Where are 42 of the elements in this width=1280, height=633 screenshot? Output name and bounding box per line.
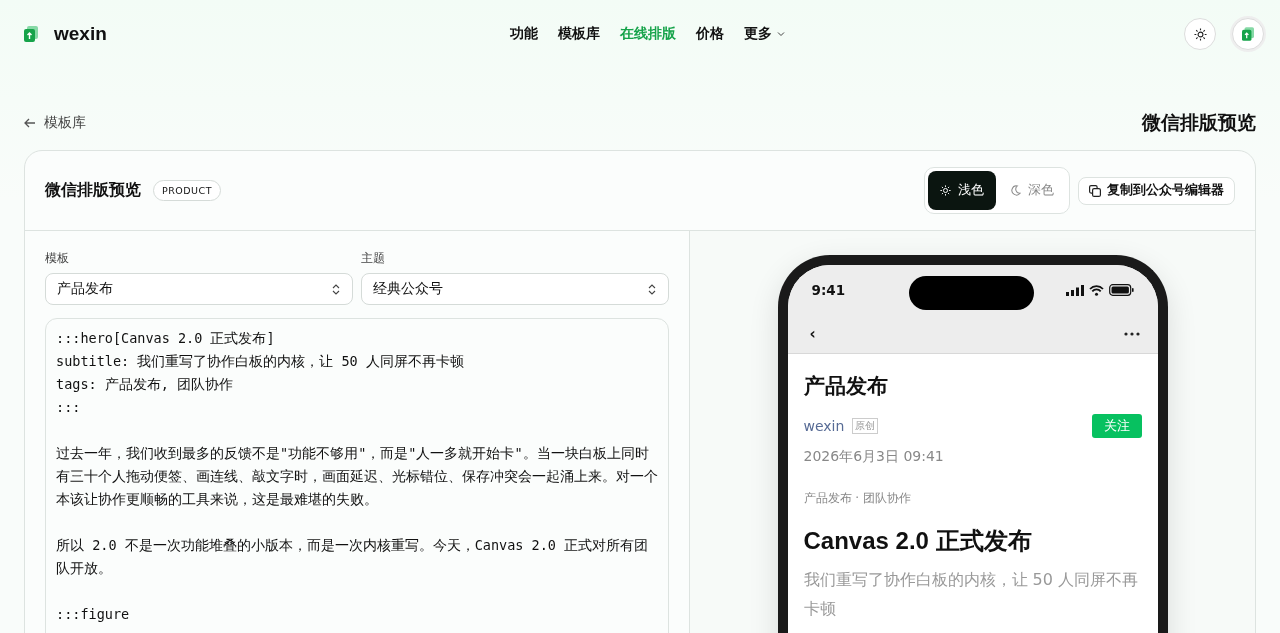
category-badge: PRODUCT: [153, 180, 221, 201]
nav-link[interactable]: 模板库: [558, 25, 600, 43]
article-account-title: 产品发布: [803, 373, 889, 400]
copy-button[interactable]: 复制到公众号编辑器: [1078, 176, 1235, 205]
copy-icon: [1089, 184, 1101, 197]
page-title: 微信排版预览: [1142, 110, 1256, 135]
moon-icon: [1010, 185, 1021, 196]
arrow-left-icon: [24, 118, 36, 128]
original-tag: 原创: [852, 418, 879, 434]
account-button[interactable]: [1232, 18, 1264, 50]
nav-link[interactable]: 功能: [510, 25, 538, 43]
theme-button[interactable]: [1184, 18, 1216, 50]
back-link[interactable]: 模板库: [24, 114, 86, 132]
nav-link[interactable]: 价格: [696, 25, 724, 43]
logo-icon: [24, 26, 38, 42]
card-title: 微信排版预览: [45, 180, 141, 201]
article-headline: Canvas 2.0 正式发布: [803, 526, 1033, 556]
chevron-updown-icon: [332, 283, 340, 295]
signal-icon: [1065, 284, 1084, 296]
theme-option[interactable]: 深色: [998, 171, 1066, 210]
caret-icon: [777, 31, 785, 37]
wifi-icon: [1088, 284, 1104, 296]
more-menu[interactable]: 更多: [744, 25, 785, 43]
select-field[interactable]: 产品发布: [45, 273, 353, 305]
article-subtitle: 我们重写了协作白板的内核，让 50 人同屏不再卡顿: [803, 569, 1140, 620]
battery-icon: [1108, 284, 1134, 296]
article-tags: 产品发布 · 团队协作: [803, 490, 1142, 507]
field-label: 主题: [361, 250, 386, 267]
more-icon[interactable]: [1123, 332, 1140, 336]
back-button[interactable]: ‹: [809, 325, 816, 343]
author-name[interactable]: wexin: [803, 418, 845, 434]
field-label: 模板: [45, 250, 70, 267]
status-time: 9:41: [811, 282, 846, 298]
select-field[interactable]: 经典公众号: [361, 273, 669, 305]
chevron-updown-icon: [648, 283, 656, 295]
brand-name[interactable]: wexin: [54, 23, 107, 45]
sun-icon: [940, 185, 951, 196]
markdown-editor[interactable]: :::hero[Canvas 2.0 正式发布] subtitle: 我们重写了协作白板的内核，让 50 人同屏不再卡顿 tags: 产品发布, 团队协作 ::: 过去一年，我们收到最多的反馈不是"功能不够用"，而是"人一多就开始卡"。当一块白板上同时有三十个人拖动便签、画连线、敲文字时，画面延迟、光标错位、保存冲突会一起涌上来。对一个本该让协作更顺畅的工具来说，这是最难堪的失败。 所以 2.0 不是一次功能堆叠的小版本，而是一次内核重写。今天，Canvas 2.0 正式对所有团队开放。 :::figure: [45, 318, 669, 633]
theme-option[interactable]: 浅色: [928, 171, 996, 210]
logo-icon: [1242, 27, 1254, 41]
publish-date: 2026年6月3日 09:41: [803, 448, 945, 466]
sun-icon: [1193, 27, 1207, 41]
